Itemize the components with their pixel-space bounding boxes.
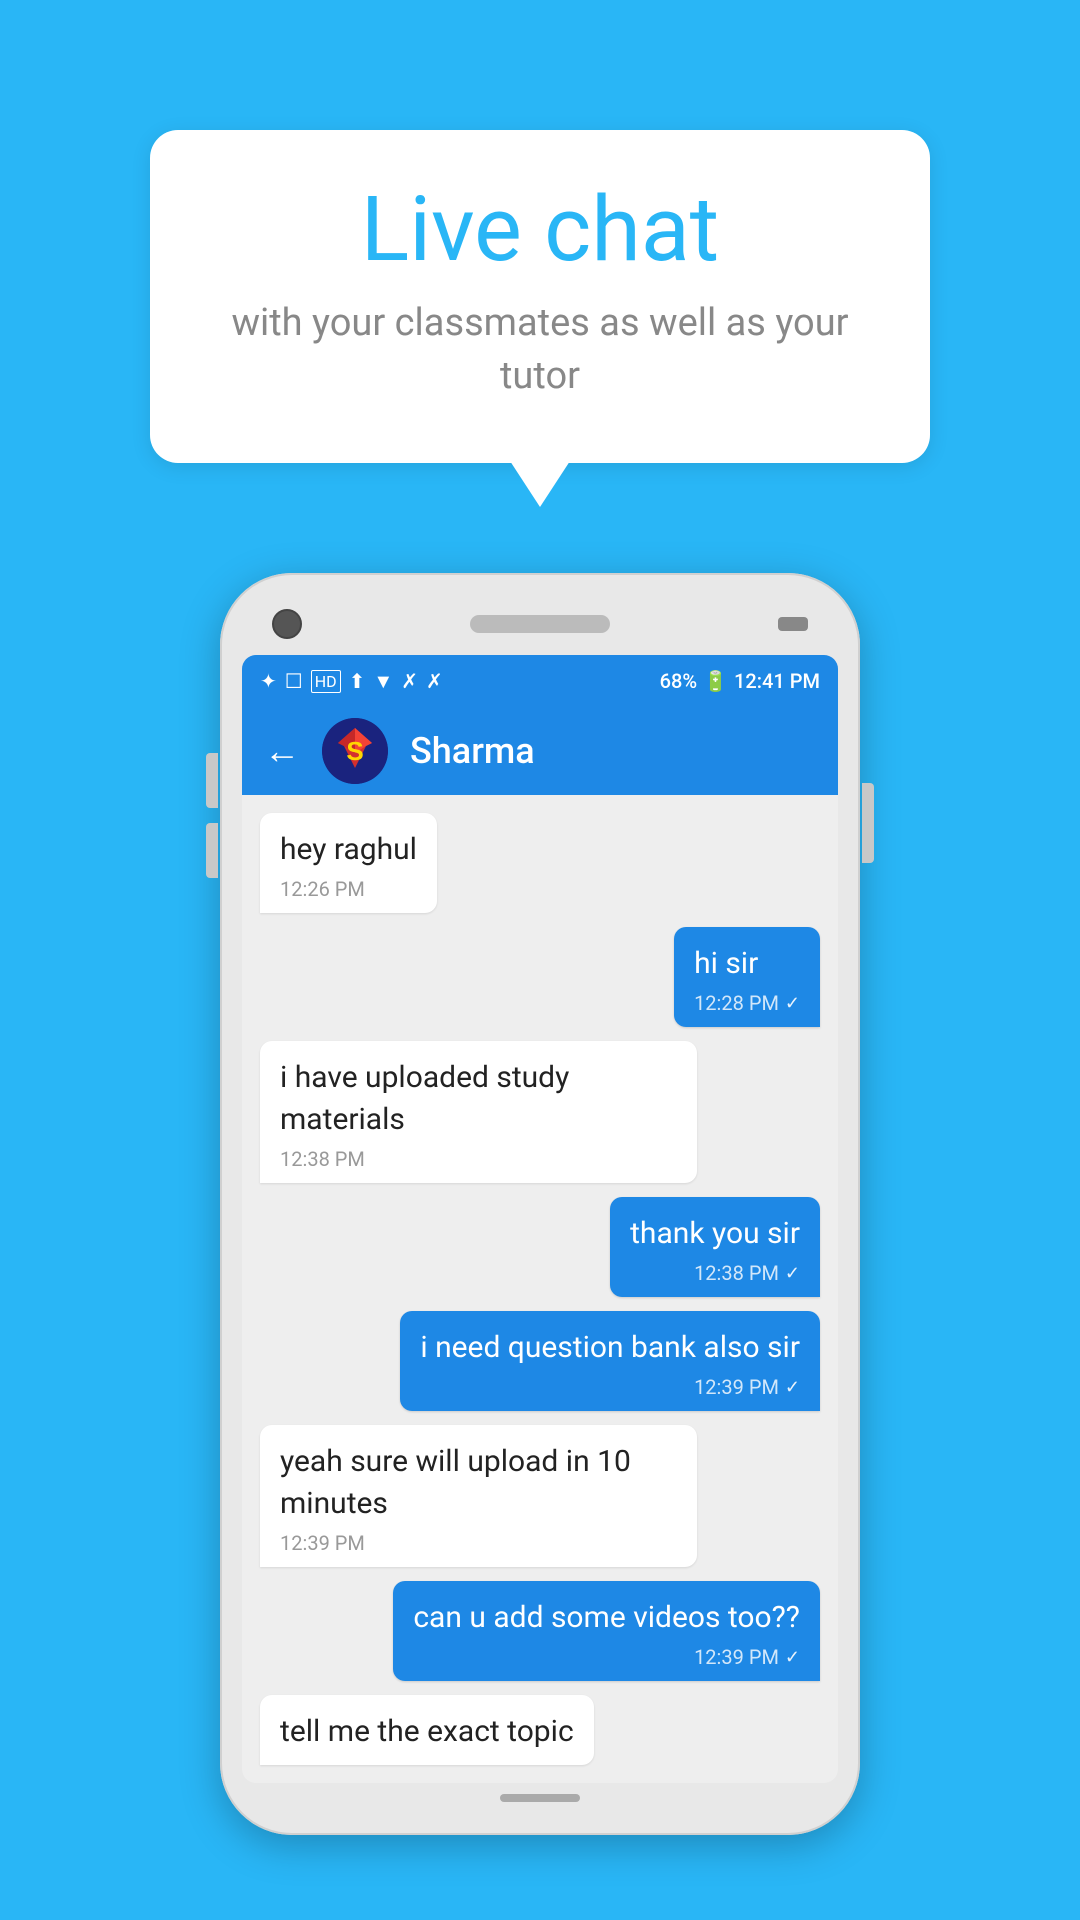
earpiece-speaker: [470, 615, 610, 633]
app-header: ← S Sharma: [242, 707, 838, 795]
message-row: i have uploaded study materials 12:38 PM: [260, 1041, 820, 1183]
phone-top: [242, 595, 838, 655]
message-row: i need question bank also sir 12:39 PM ✓: [260, 1311, 820, 1411]
phone-home-area: [242, 1783, 838, 1813]
phone-mockup: ✦ ☐ HD ⬆ ▼ ✗ ✗ 68% 🔋 12:41 PM ←: [220, 573, 860, 1835]
svg-text:S: S: [346, 736, 363, 766]
message-bubble-sent: can u add some videos too?? 12:39 PM ✓: [393, 1581, 820, 1681]
message-time: 12:28 PM ✓: [694, 991, 800, 1015]
bubble-title: Live chat: [220, 180, 860, 279]
vibrate-icon: ☐: [285, 669, 303, 693]
message-bubble-sent: hi sir 12:28 PM ✓: [674, 927, 820, 1027]
message-text: can u add some videos too??: [413, 1597, 800, 1639]
message-row: tell me the exact topic: [260, 1695, 820, 1765]
message-text: hi sir: [694, 943, 800, 985]
message-bubble-received: yeah sure will upload in 10 minutes 12:3…: [260, 1425, 697, 1567]
bubble-subtitle: with your classmates as well as your tut…: [220, 297, 860, 403]
message-bubble-received: i have uploaded study materials 12:38 PM: [260, 1041, 697, 1183]
chat-area: hey raghul 12:26 PM hi sir 12:28 PM ✓: [242, 795, 838, 1783]
status-bar: ✦ ☐ HD ⬆ ▼ ✗ ✗ 68% 🔋 12:41 PM: [242, 655, 838, 707]
read-checkmark: ✓: [785, 1647, 800, 1668]
signal-icon: ✗: [401, 669, 418, 693]
message-row: thank you sir 12:38 PM ✓: [260, 1197, 820, 1297]
message-text: hey raghul: [280, 829, 417, 871]
avatar: S: [322, 718, 388, 784]
contact-name: Sharma: [410, 730, 535, 772]
front-camera: [272, 609, 302, 639]
message-bubble-sent: i need question bank also sir 12:39 PM ✓: [400, 1311, 820, 1411]
message-row: hey raghul 12:26 PM: [260, 813, 820, 913]
message-row: can u add some videos too?? 12:39 PM ✓: [260, 1581, 820, 1681]
message-text: yeah sure will upload in 10 minutes: [280, 1441, 677, 1525]
data-icon: ⬆: [349, 669, 366, 693]
message-bubble-received: hey raghul 12:26 PM: [260, 813, 437, 913]
message-row: yeah sure will upload in 10 minutes 12:3…: [260, 1425, 820, 1567]
wifi-icon: ▼: [373, 669, 393, 694]
status-left-icons: ✦ ☐ HD ⬆ ▼ ✗ ✗: [260, 669, 443, 694]
message-text: i have uploaded study materials: [280, 1057, 677, 1141]
message-text: i need question bank also sir: [420, 1327, 800, 1369]
proximity-sensor: [778, 617, 808, 631]
message-text: tell me the exact topic: [280, 1711, 574, 1753]
message-row: hi sir 12:28 PM ✓: [260, 927, 820, 1027]
avatar-image: S: [322, 718, 388, 784]
message-time: 12:39 PM ✓: [413, 1645, 800, 1669]
bluetooth-icon: ✦: [260, 669, 277, 693]
volume-down-button: [206, 823, 218, 878]
message-bubble-sent: thank you sir 12:38 PM ✓: [610, 1197, 820, 1297]
status-right-icons: 68% 🔋 12:41 PM: [660, 669, 820, 693]
message-time: 12:38 PM: [280, 1147, 677, 1171]
battery-icon: 🔋: [703, 669, 728, 693]
hd-icon: HD: [311, 670, 341, 693]
message-bubble-received-partial: tell me the exact topic: [260, 1695, 594, 1765]
home-bar: [500, 1794, 580, 1802]
battery-percent: 68%: [660, 669, 697, 693]
volume-up-button: [206, 753, 218, 808]
read-checkmark: ✓: [785, 1263, 800, 1284]
signal-icon2: ✗: [426, 669, 443, 693]
message-time: 12:39 PM: [280, 1531, 677, 1555]
clock: 12:41 PM: [734, 669, 820, 693]
message-time: 12:38 PM ✓: [630, 1261, 800, 1285]
phone-screen: ✦ ☐ HD ⬆ ▼ ✗ ✗ 68% 🔋 12:41 PM ←: [242, 655, 838, 1783]
message-time: 12:26 PM: [280, 877, 417, 901]
power-button: [862, 783, 874, 863]
message-text: thank you sir: [630, 1213, 800, 1255]
back-button[interactable]: ←: [264, 730, 300, 772]
message-time: 12:39 PM ✓: [420, 1375, 800, 1399]
read-checkmark: ✓: [785, 1377, 800, 1398]
speech-bubble: Live chat with your classmates as well a…: [150, 130, 930, 463]
read-checkmark: ✓: [785, 993, 800, 1014]
